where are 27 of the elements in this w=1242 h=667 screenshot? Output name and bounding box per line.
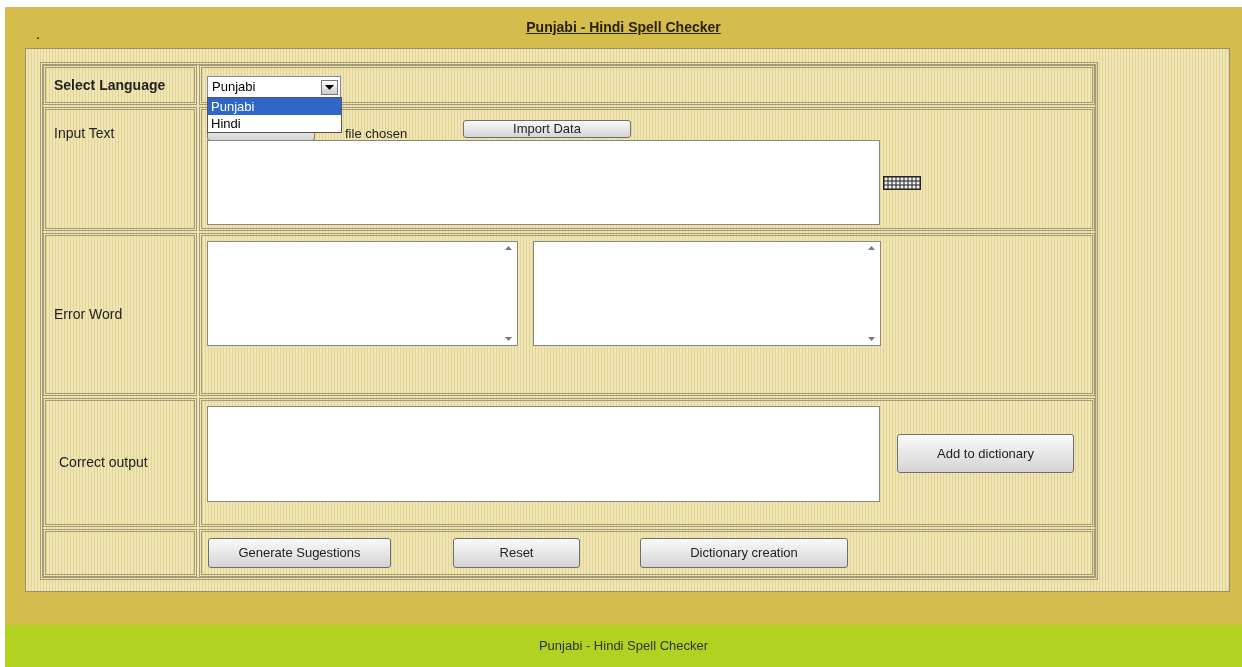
add-to-dictionary-button[interactable]: Add to dictionary <box>897 434 1074 473</box>
caret-icon <box>321 79 338 95</box>
dot-marker: . <box>36 27 40 41</box>
error-word-list[interactable] <box>533 241 881 346</box>
action-button[interactable]: Reset <box>453 538 580 568</box>
scroll-down-icon[interactable] <box>504 337 512 341</box>
scrollbar[interactable] <box>503 246 513 341</box>
language-select[interactable]: Punjabi <box>207 76 341 98</box>
output-textarea[interactable] <box>207 406 880 502</box>
page-title: Punjabi - Hindi Spell Checker <box>526 18 721 37</box>
action-button[interactable]: Dictionary creation <box>640 538 848 568</box>
footer-text: Punjabi - Hindi Spell Checker <box>538 637 709 656</box>
scroll-up-icon[interactable] <box>504 246 512 250</box>
input-textarea[interactable] <box>207 140 880 225</box>
field-label: Correct output <box>59 453 148 472</box>
error-word-list[interactable] <box>207 241 518 346</box>
keyboard-icon[interactable] <box>883 176 921 190</box>
scroll-up-icon[interactable] <box>867 246 875 250</box>
import-button[interactable]: Import Data <box>463 120 631 138</box>
field-label: Select Language <box>54 75 166 95</box>
field-label: Input Text <box>54 124 115 143</box>
language-option[interactable]: Punjabi <box>208 98 341 115</box>
file-status: file chosen <box>345 125 408 143</box>
scrollbar[interactable] <box>866 246 876 341</box>
scroll-down-icon[interactable] <box>867 337 875 341</box>
action-button[interactable]: Generate Sugestions <box>208 538 391 568</box>
field-label: Error Word <box>54 305 123 324</box>
